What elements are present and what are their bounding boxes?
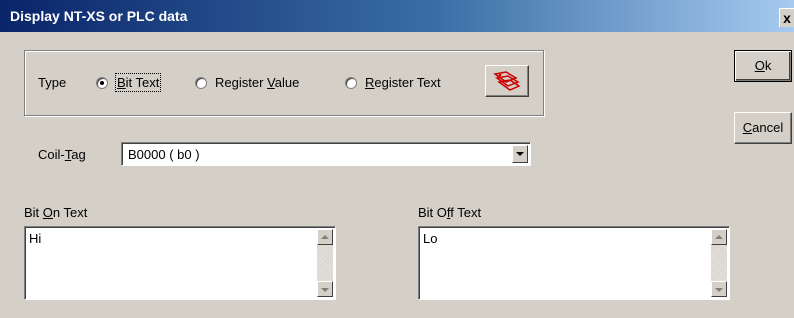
coil-tag-combobox[interactable]: B0000 ( b0 ) <box>121 142 531 166</box>
dropdown-button[interactable] <box>512 145 528 163</box>
radio-register-text-label[interactable]: Register Text <box>365 75 441 90</box>
cancel-button[interactable]: Cancel <box>734 112 792 144</box>
radio-register-value[interactable] <box>195 77 207 89</box>
tag-icon-button[interactable] <box>485 65 529 97</box>
close-button[interactable]: x <box>779 8 794 27</box>
scroll-up-button[interactable] <box>711 229 727 245</box>
coil-tag-label: Coil-Tag <box>38 147 86 162</box>
ok-button[interactable]: Ok <box>734 50 792 82</box>
bit-off-textarea[interactable]: Lo <box>418 226 730 300</box>
bit-on-textarea[interactable]: Hi <box>24 226 336 300</box>
radio-bit-text[interactable] <box>96 77 108 89</box>
title-bar: Display NT-XS or PLC data x <box>0 0 794 32</box>
type-label: Type <box>38 75 67 90</box>
chevron-up-icon <box>321 235 329 239</box>
radio-register-text[interactable] <box>345 77 357 89</box>
coil-tag-value: B0000 ( b0 ) <box>128 147 200 162</box>
scroll-down-button[interactable] <box>317 281 333 297</box>
scroll-up-button[interactable] <box>317 229 333 245</box>
radio-register-value-label[interactable]: Register Value <box>215 75 299 90</box>
radio-bit-text-label[interactable]: Bit Text <box>114 73 162 92</box>
chevron-up-icon <box>715 235 723 239</box>
scroll-down-button[interactable] <box>711 281 727 297</box>
tags-icon <box>493 71 521 91</box>
chevron-down-icon <box>516 152 524 156</box>
bit-off-value: Lo <box>423 231 438 246</box>
bit-on-scrollbar[interactable] <box>317 229 333 297</box>
bit-off-scrollbar[interactable] <box>711 229 727 297</box>
bit-on-label: Bit On Text <box>24 205 88 220</box>
type-groupbox: Type Bit Text Register Value Register Te… <box>24 50 544 116</box>
chevron-down-icon <box>321 288 329 292</box>
window-title: Display NT-XS or PLC data <box>10 8 188 24</box>
chevron-down-icon <box>715 288 723 292</box>
bit-off-label: Bit Off Text <box>418 205 482 220</box>
bit-on-value: Hi <box>29 231 42 246</box>
